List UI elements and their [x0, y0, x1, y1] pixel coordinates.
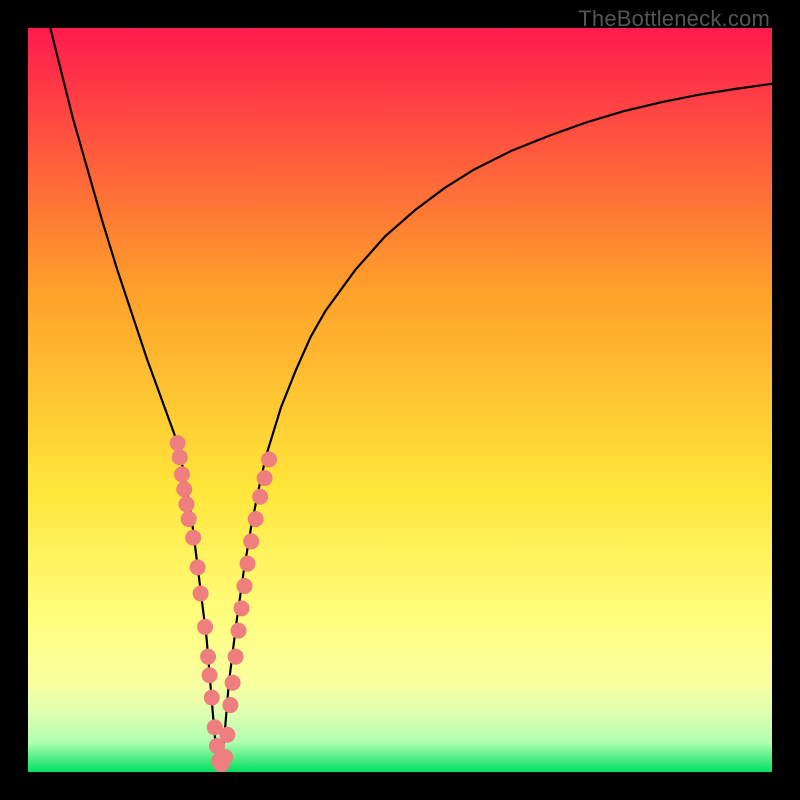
- data-dot: [237, 578, 253, 594]
- data-dot: [239, 556, 255, 572]
- data-dot: [257, 470, 273, 486]
- data-dot: [219, 727, 235, 743]
- data-dot: [202, 667, 218, 683]
- data-dot: [248, 511, 264, 527]
- data-dot: [222, 697, 238, 713]
- gradient-bg: [28, 28, 772, 772]
- watermark-text: TheBottleneck.com: [578, 6, 770, 32]
- chart-frame: [28, 28, 772, 772]
- data-dot: [228, 649, 244, 665]
- data-dot: [193, 585, 209, 601]
- data-dot: [181, 511, 197, 527]
- data-dot: [172, 449, 188, 465]
- data-dot: [231, 623, 247, 639]
- data-dot: [217, 749, 233, 765]
- data-dot: [170, 435, 186, 451]
- data-dot: [176, 481, 192, 497]
- data-dot: [252, 489, 268, 505]
- data-dot: [261, 452, 277, 468]
- data-dot: [225, 675, 241, 691]
- data-dot: [234, 600, 250, 616]
- data-dot: [185, 530, 201, 546]
- data-dot: [204, 690, 220, 706]
- data-dot: [178, 496, 194, 512]
- data-dot: [243, 533, 259, 549]
- bottleneck-plot: [28, 28, 772, 772]
- data-dot: [197, 619, 213, 635]
- data-dot: [174, 466, 190, 482]
- data-dot: [190, 559, 206, 575]
- data-dot: [200, 649, 216, 665]
